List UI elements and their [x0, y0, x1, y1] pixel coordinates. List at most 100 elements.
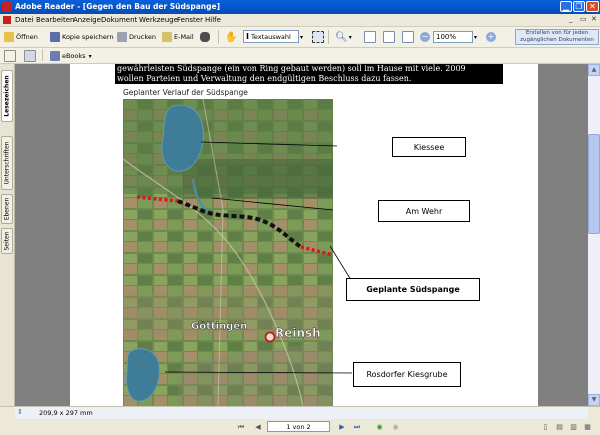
- print-label: Drucken: [129, 33, 157, 41]
- doc-close-button[interactable]: ✕: [591, 15, 597, 23]
- zoom-field[interactable]: 100%: [433, 31, 473, 43]
- ebook-icon: [50, 51, 60, 61]
- previous-page-button[interactable]: ◀: [253, 421, 263, 433]
- continuous-view-button[interactable]: ▤: [554, 421, 565, 433]
- search-button[interactable]: [200, 30, 212, 44]
- last-page-button[interactable]: ⏭: [352, 421, 362, 433]
- callout-rosdorfer-kiesgrube: Rosdorfer Kiesgrube: [353, 362, 461, 387]
- tab-layers-label: Ebenen: [3, 197, 11, 221]
- doc-minimize-button[interactable]: _: [569, 15, 573, 23]
- document-view[interactable]: gewährleisten Südspange (ein von Ring ge…: [15, 64, 588, 406]
- open-label: Öffnen: [16, 33, 38, 41]
- zoom-tool-button[interactable]: 🔍︎ ▾: [335, 30, 352, 44]
- create-pdf-button[interactable]: [4, 49, 18, 63]
- hand-icon: ✋: [225, 31, 238, 43]
- minimize-button[interactable]: ▁: [560, 1, 572, 12]
- menu-bar: Datei Bearbeiten Anzeige Dokument Werkze…: [0, 14, 600, 27]
- zoom-dropdown[interactable]: ▾: [474, 30, 477, 44]
- email-icon: [162, 32, 172, 42]
- scroll-thumb[interactable]: [588, 134, 600, 234]
- ebooks-label: eBooks: [62, 52, 86, 60]
- fit-page-icon: [383, 31, 395, 43]
- save-copy-label: Kopie speichern: [62, 33, 114, 41]
- actual-size-button[interactable]: [364, 30, 378, 44]
- zoom-out-button[interactable]: −: [420, 30, 430, 44]
- open-button[interactable]: Öffnen: [4, 30, 38, 44]
- first-page-button[interactable]: ⏮: [236, 421, 246, 433]
- binoculars-icon: [200, 32, 210, 42]
- pages-button[interactable]: [24, 49, 38, 63]
- tab-pages[interactable]: Seiten: [1, 228, 13, 254]
- plus-circle-icon: +: [486, 32, 496, 42]
- menu-anzeige[interactable]: Anzeige: [73, 15, 101, 25]
- go-back-button[interactable]: ◉: [374, 421, 385, 433]
- page-number-field[interactable]: 1 von 2: [267, 421, 330, 432]
- status-bar: ⇕ 209,9 x 297 mm ⏮ ◀ 1 von 2 ▶ ⏭ ◉ ◉ ▯ ▤…: [0, 406, 600, 435]
- menu-fenster[interactable]: Fenster: [177, 15, 203, 25]
- continuous-facing-view-button[interactable]: ▦: [582, 421, 593, 433]
- callout-kiessee: Kiessee: [392, 137, 466, 157]
- callout-lines: [164, 141, 357, 374]
- tab-pages-label: Seiten: [3, 231, 11, 251]
- secondary-toolbar: eBooks ▾: [0, 48, 600, 64]
- tab-signatures-label: Unterschriften: [3, 141, 11, 185]
- fit-width-button[interactable]: [402, 30, 416, 44]
- menu-datei[interactable]: Datei: [15, 15, 34, 25]
- email-label: E-Mail: [174, 33, 194, 41]
- page-icon: [4, 50, 16, 62]
- tab-bookmarks[interactable]: Lesezeichen: [1, 70, 13, 122]
- adobe-reader-icon: [2, 2, 12, 12]
- menu-bearbeiten[interactable]: Bearbeiten: [36, 15, 74, 25]
- menu-hilfe[interactable]: Hilfe: [205, 15, 221, 25]
- tab-signatures[interactable]: Unterschriften: [1, 136, 13, 190]
- horizontal-scrollbar[interactable]: ⇕ 209,9 x 297 mm: [15, 407, 588, 419]
- ebooks-button[interactable]: eBooks ▾: [50, 49, 92, 63]
- window-title: Adobe Reader - [Gegen den Bau der Südspa…: [15, 2, 221, 11]
- minus-circle-icon: −: [420, 32, 430, 42]
- toolbar-separator: [328, 30, 329, 44]
- email-button[interactable]: E-Mail: [162, 30, 194, 44]
- snapshot-button[interactable]: [312, 30, 326, 44]
- hand-tool-button[interactable]: ✋: [225, 30, 237, 44]
- save-icon: [50, 32, 60, 42]
- maximize-button[interactable]: ❐: [573, 1, 585, 12]
- chevron-down-icon: ▾: [348, 33, 352, 41]
- navigation-panel: Lesezeichen Unterschriften Ebenen Seiten: [0, 64, 15, 406]
- menu-dokument[interactable]: Dokument: [101, 15, 137, 25]
- page-size-readout: 209,9 x 297 mm: [39, 409, 93, 417]
- text-cursor-icon: I: [246, 32, 249, 41]
- chevron-down-icon: ▾: [88, 52, 92, 60]
- fit-width-icon: [402, 31, 414, 43]
- zoom-in-button[interactable]: +: [486, 30, 496, 44]
- next-page-button[interactable]: ▶: [337, 421, 347, 433]
- create-accessible-button[interactable]: Erstellen von für jeden zugänglichen Dok…: [515, 29, 599, 45]
- doc-restore-button[interactable]: ▭: [580, 15, 587, 23]
- actual-size-icon: [364, 31, 376, 43]
- callout-am-wehr: Am Wehr: [378, 200, 470, 222]
- pdf-page: gewährleisten Südspange (ein von Ring ge…: [70, 64, 538, 406]
- printer-icon: [117, 32, 127, 42]
- main-toolbar: Öffnen Kopie speichern Drucken E-Mail ✋ …: [0, 27, 600, 48]
- save-copy-button[interactable]: Kopie speichern: [50, 30, 114, 44]
- toolbar-separator: [218, 30, 219, 44]
- text-select-tool[interactable]: I Textauswahl: [243, 30, 299, 43]
- pages-icon: [24, 50, 36, 62]
- text-select-dropdown[interactable]: ▾: [300, 30, 303, 44]
- facing-view-button[interactable]: ▥: [568, 421, 579, 433]
- scroll-down-button[interactable]: ▼: [588, 394, 600, 406]
- menu-werkzeuge[interactable]: Werkzeuge: [139, 15, 178, 25]
- go-forward-button[interactable]: ◉: [390, 421, 401, 433]
- folder-icon: [4, 32, 14, 42]
- fit-page-button[interactable]: [383, 30, 397, 44]
- vertical-scrollbar[interactable]: ▲ ▼: [588, 64, 600, 406]
- document-icon: [3, 16, 11, 24]
- magnifier-icon: 🔍︎: [335, 31, 348, 43]
- scroll-up-button[interactable]: ▲: [588, 64, 600, 76]
- text-select-label: Textauswahl: [250, 32, 291, 41]
- single-page-view-button[interactable]: ▯: [540, 421, 551, 433]
- callout-geplante-suedspange: Geplante Südspange: [346, 278, 480, 301]
- tab-layers[interactable]: Ebenen: [1, 194, 13, 224]
- title-bar: Adobe Reader - [Gegen den Bau der Südspa…: [0, 0, 600, 14]
- print-button[interactable]: Drucken: [117, 30, 156, 44]
- close-button[interactable]: ✕: [586, 1, 599, 12]
